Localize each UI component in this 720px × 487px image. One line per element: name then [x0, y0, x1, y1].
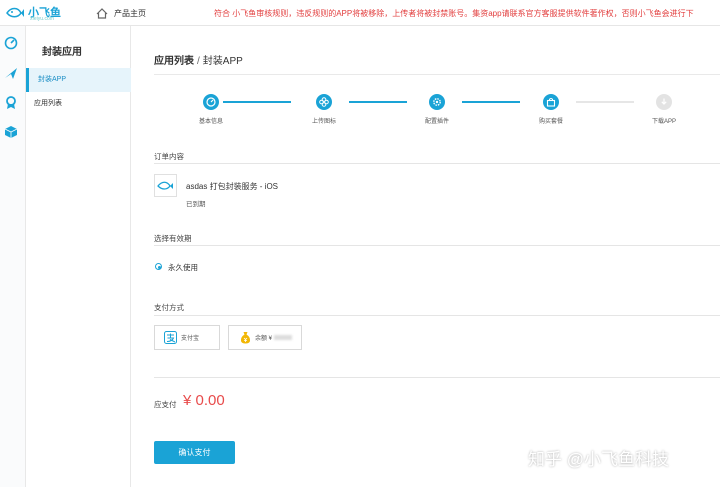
- total-amount: ¥ 0.00: [183, 392, 225, 409]
- step-5-circle: [656, 94, 672, 110]
- step-3-label: 配置插件: [424, 119, 449, 125]
- main-content: 应用列表 / 封装APP 基本信息 上传图标 配置插件 购买套餐 下载APP 订…: [131, 26, 720, 487]
- alipay-label: 支付宝: [181, 336, 200, 342]
- validity-radio[interactable]: [155, 263, 162, 270]
- download-icon: [661, 98, 667, 105]
- icon-rail: [0, 26, 26, 487]
- validity-option-label[interactable]: 永久使用: [168, 262, 198, 273]
- step-connector: [349, 101, 407, 103]
- watermark: 知乎 @小飞鱼科技: [528, 450, 669, 469]
- breadcrumb-separator: /: [197, 56, 200, 67]
- app-root: 小飞鱼 xfeiyu.com 产品主页 符合 小飞鱼审核规则，违反规则的APP将…: [0, 0, 720, 487]
- badge-icon[interactable]: [4, 96, 18, 110]
- validity-section-title: 选择有效期: [154, 234, 192, 243]
- flower-icon: [319, 97, 329, 107]
- step-5-label: 下载APP: [651, 119, 676, 125]
- balance-button[interactable]: 余额 ¥: [228, 325, 302, 350]
- sidebar-item-app-list[interactable]: 应用列表: [26, 92, 131, 116]
- balance-label: 余额 ¥: [255, 336, 273, 342]
- sidebar: 封装应用 封装APP 应用列表: [26, 26, 131, 487]
- logo-subtext: xfeiyu.com: [30, 16, 54, 22]
- sidebar-title: 封装应用: [42, 47, 82, 58]
- home-link[interactable]: 产品主页: [96, 5, 146, 21]
- breadcrumb-current: 封装APP: [202, 56, 243, 67]
- progress-steps: 基本信息 上传图标 配置插件 购买套餐 下载APP: [131, 94, 720, 134]
- step-2-label: 上传图标: [311, 119, 336, 125]
- step-4-label: 购买套餐: [538, 119, 563, 125]
- bag-icon: [546, 98, 556, 107]
- step-2-circle: [316, 94, 332, 110]
- sidebar-item-wrap-app[interactable]: 封装APP: [26, 68, 131, 92]
- notice-text: 符合 小飞鱼审核规则，违反规则的APP将被移除，上传者将被封禁账号。集资app请…: [214, 9, 694, 18]
- alipay-icon: [164, 331, 177, 344]
- redacted-balance: [274, 335, 293, 340]
- dashboard-icon: [206, 97, 216, 107]
- step-1-label: 基本信息: [198, 119, 223, 125]
- step-connector: [223, 101, 291, 103]
- confirm-payment-button[interactable]: 确认支付: [154, 441, 235, 464]
- payment-section-title: 支付方式: [154, 303, 184, 312]
- top-bar: 小飞鱼 xfeiyu.com 产品主页 符合 小飞鱼审核规则，违反规则的APP将…: [0, 0, 720, 26]
- divider: [154, 245, 720, 246]
- step-1-circle: [203, 94, 219, 110]
- divider: [154, 74, 720, 75]
- product-name: asdas 打包封装服务 - iOS: [186, 182, 279, 191]
- step-connector: [462, 101, 520, 103]
- cube-icon[interactable]: [4, 125, 18, 139]
- logo[interactable]: 小飞鱼 xfeiyu.com: [6, 3, 66, 23]
- order-status: 已到期: [186, 201, 206, 208]
- home-label: 产品主页: [114, 8, 146, 18]
- fish-logo-icon: [157, 181, 173, 190]
- step-connector: [576, 101, 634, 103]
- money-bag-icon: [240, 332, 251, 344]
- divider: [154, 315, 720, 316]
- step-3-circle: [429, 94, 445, 110]
- paper-plane-icon[interactable]: [4, 66, 18, 80]
- step-4-circle: [543, 94, 559, 110]
- fish-logo-icon: [6, 7, 24, 18]
- dashboard-icon[interactable]: [4, 36, 18, 50]
- breadcrumb: 应用列表 / 封装APP: [154, 52, 243, 67]
- divider: [154, 163, 720, 164]
- order-section-title: 订单内容: [154, 152, 184, 161]
- gear-icon: [433, 98, 441, 106]
- divider: [154, 377, 720, 378]
- alipay-button[interactable]: 支付宝: [154, 325, 220, 350]
- product-thumbnail: [154, 174, 177, 197]
- breadcrumb-parent[interactable]: 应用列表: [154, 56, 194, 67]
- total-label: 应支付: [154, 400, 177, 409]
- home-icon: [96, 7, 108, 19]
